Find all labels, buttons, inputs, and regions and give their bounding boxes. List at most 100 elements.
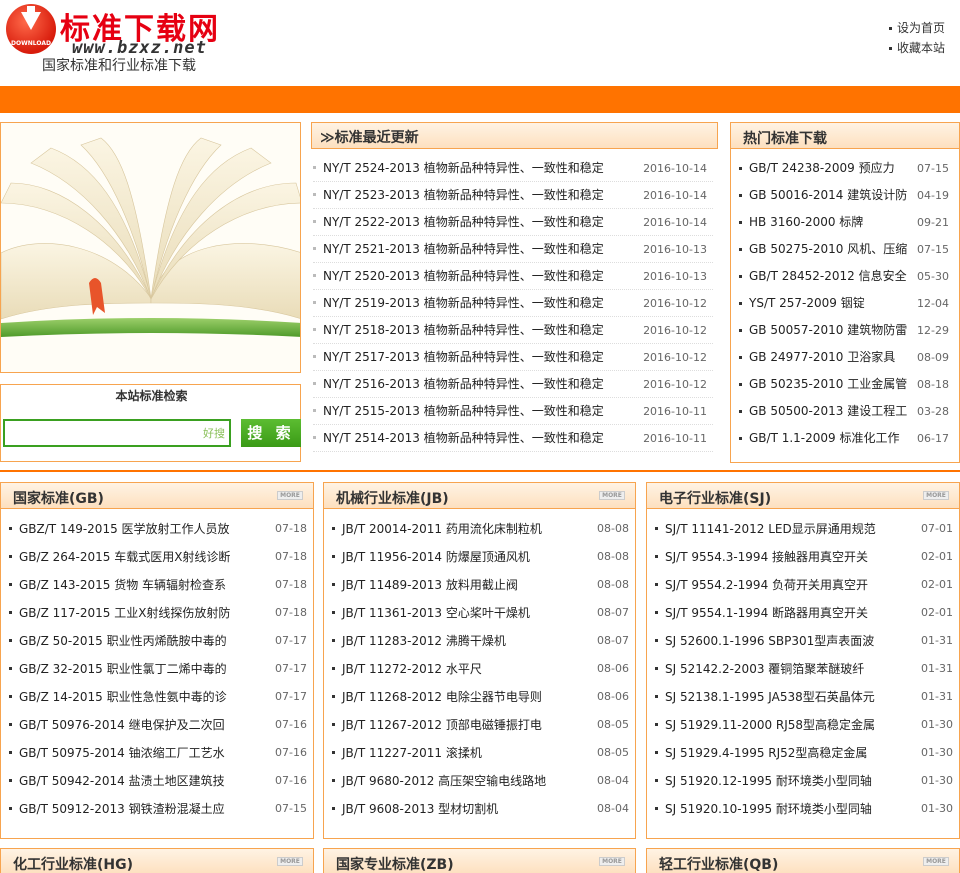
- list-item[interactable]: JB/T 9680-2012 高压架空输电线路地 08-04: [332, 767, 629, 795]
- item-name-link[interactable]: GB/Z 50-2015 职业性丙烯酰胺中毒的: [19, 627, 227, 655]
- list-item[interactable]: SJ 52138.1-1995 JA538型石英晶体元 01-31: [655, 683, 953, 711]
- list-item[interactable]: NY/T 2519-2013 植物新品种特异性、一致性和稳定 2016-10-12: [313, 290, 713, 317]
- list-item[interactable]: GB 50500-2013 建设工程工 03-28: [739, 398, 953, 425]
- more-button[interactable]: MORE: [599, 491, 625, 500]
- item-name-link[interactable]: SJ 51920.10-1995 耐环境类小型同轴: [665, 795, 872, 823]
- item-name-link[interactable]: NY/T 2519-2013 植物新品种特异性、一致性和稳定: [323, 290, 604, 316]
- item-name-link[interactable]: GB/Z 117-2015 工业X射线探伤放射防: [19, 599, 230, 627]
- search-input[interactable]: 好搜: [3, 419, 231, 447]
- item-name-link[interactable]: JB/T 11489-2013 放料用截止阀: [342, 571, 518, 599]
- list-item[interactable]: SJ/T 9554.3-1994 接触器用真空开关 02-01: [655, 543, 953, 571]
- list-item[interactable]: HB 3160-2000 标牌 09-21: [739, 209, 953, 236]
- list-item[interactable]: GB 24977-2010 卫浴家具 08-09: [739, 344, 953, 371]
- list-item[interactable]: GB 50275-2010 风机、压缩 07-15: [739, 236, 953, 263]
- item-name-link[interactable]: GB/T 1.1-2009 标准化工作: [749, 425, 900, 452]
- more-button[interactable]: MORE: [923, 857, 949, 866]
- list-item[interactable]: NY/T 2520-2013 植物新品种特异性、一致性和稳定 2016-10-13: [313, 263, 713, 290]
- item-name-link[interactable]: GB/Z 32-2015 职业性氯丁二烯中毒的: [19, 655, 227, 683]
- list-item[interactable]: GB/Z 264-2015 车载式医用X射线诊断 07-18: [9, 543, 307, 571]
- item-name-link[interactable]: JB/T 11283-2012 沸腾干燥机: [342, 627, 506, 655]
- item-name-link[interactable]: NY/T 2515-2013 植物新品种特异性、一致性和稳定: [323, 398, 604, 424]
- list-item[interactable]: JB/T 11956-2014 防爆屋顶通风机 08-08: [332, 543, 629, 571]
- list-item[interactable]: JB/T 20014-2011 药用流化床制粒机 08-08: [332, 515, 629, 543]
- list-item[interactable]: JB/T 11489-2013 放料用截止阀 08-08: [332, 571, 629, 599]
- list-item[interactable]: GB 50235-2010 工业金属管 08-18: [739, 371, 953, 398]
- list-item[interactable]: JB/T 11361-2013 空心桨叶干燥机 08-07: [332, 599, 629, 627]
- more-button[interactable]: MORE: [277, 491, 303, 500]
- list-item[interactable]: NY/T 2522-2013 植物新品种特异性、一致性和稳定 2016-10-14: [313, 209, 713, 236]
- item-name-link[interactable]: NY/T 2523-2013 植物新品种特异性、一致性和稳定: [323, 182, 604, 208]
- item-name-link[interactable]: JB/T 9680-2012 高压架空输电线路地: [342, 767, 546, 795]
- list-item[interactable]: GB/T 28452-2012 信息安全 05-30: [739, 263, 953, 290]
- item-name-link[interactable]: GB/Z 143-2015 货物 车辆辐射检查系: [19, 571, 226, 599]
- item-name-link[interactable]: SJ/T 9554.3-1994 接触器用真空开关: [665, 543, 868, 571]
- item-name-link[interactable]: SJ/T 11141-2012 LED显示屏通用规范: [665, 515, 876, 543]
- list-item[interactable]: SJ 52600.1-1996 SBP301型声表面波 01-31: [655, 627, 953, 655]
- item-name-link[interactable]: YS/T 257-2009 铟锭: [749, 290, 865, 317]
- list-item[interactable]: NY/T 2523-2013 植物新品种特异性、一致性和稳定 2016-10-14: [313, 182, 713, 209]
- list-item[interactable]: JB/T 11267-2012 顶部电磁锤振打电 08-05: [332, 711, 629, 739]
- more-button[interactable]: MORE: [923, 491, 949, 500]
- item-name-link[interactable]: JB/T 11956-2014 防爆屋顶通风机: [342, 543, 530, 571]
- list-item[interactable]: SJ 51929.11-2000 RJ58型高稳定金属 01-30: [655, 711, 953, 739]
- list-item[interactable]: GB/T 50975-2014 铀浓缩工厂工艺水 07-16: [9, 739, 307, 767]
- item-name-link[interactable]: JB/T 11227-2011 滚揉机: [342, 739, 482, 767]
- list-item[interactable]: GB/Z 14-2015 职业性急性氨中毒的诊 07-17: [9, 683, 307, 711]
- bookmark-link[interactable]: 收藏本站: [889, 38, 945, 58]
- item-name-link[interactable]: GB/T 50942-2014 盐渍土地区建筑技: [19, 767, 225, 795]
- item-name-link[interactable]: NY/T 2514-2013 植物新品种特异性、一致性和稳定: [323, 425, 604, 451]
- item-name-link[interactable]: GB 24977-2010 卫浴家具: [749, 344, 895, 371]
- list-item[interactable]: GB/Z 50-2015 职业性丙烯酰胺中毒的 07-17: [9, 627, 307, 655]
- item-name-link[interactable]: GB/T 50976-2014 继电保护及二次回: [19, 711, 225, 739]
- list-item[interactable]: GB/Z 117-2015 工业X射线探伤放射防 07-18: [9, 599, 307, 627]
- item-name-link[interactable]: SJ 51920.12-1995 耐环境类小型同轴: [665, 767, 872, 795]
- set-homepage-link[interactable]: 设为首页: [889, 18, 945, 38]
- search-button[interactable]: 搜 索: [241, 419, 301, 447]
- item-name-link[interactable]: NY/T 2524-2013 植物新品种特异性、一致性和稳定: [323, 155, 604, 181]
- item-name-link[interactable]: JB/T 20014-2011 药用流化床制粒机: [342, 515, 542, 543]
- item-name-link[interactable]: GB/T 50975-2014 铀浓缩工厂工艺水: [19, 739, 225, 767]
- list-item[interactable]: NY/T 2515-2013 植物新品种特异性、一致性和稳定 2016-10-11: [313, 398, 713, 425]
- item-name-link[interactable]: NY/T 2522-2013 植物新品种特异性、一致性和稳定: [323, 209, 604, 235]
- item-name-link[interactable]: NY/T 2520-2013 植物新品种特异性、一致性和稳定: [323, 263, 604, 289]
- list-item[interactable]: GB/T 50912-2013 钢铁渣粉混凝土应 07-15: [9, 795, 307, 823]
- list-item[interactable]: NY/T 2518-2013 植物新品种特异性、一致性和稳定 2016-10-12: [313, 317, 713, 344]
- list-item[interactable]: SJ 51920.12-1995 耐环境类小型同轴 01-30: [655, 767, 953, 795]
- item-name-link[interactable]: NY/T 2517-2013 植物新品种特异性、一致性和稳定: [323, 344, 604, 370]
- list-item[interactable]: JB/T 11227-2011 滚揉机 08-05: [332, 739, 629, 767]
- list-item[interactable]: SJ/T 11141-2012 LED显示屏通用规范 07-01: [655, 515, 953, 543]
- item-name-link[interactable]: NY/T 2518-2013 植物新品种特异性、一致性和稳定: [323, 317, 604, 343]
- list-item[interactable]: SJ/T 9554.2-1994 负荷开关用真空开 02-01: [655, 571, 953, 599]
- item-name-link[interactable]: GB/T 50912-2013 钢铁渣粉混凝土应: [19, 795, 225, 823]
- item-name-link[interactable]: GBZ/T 149-2015 医学放射工作人员放: [19, 515, 230, 543]
- item-name-link[interactable]: GB 50235-2010 工业金属管: [749, 371, 907, 398]
- item-name-link[interactable]: JB/T 9608-2013 型材切割机: [342, 795, 498, 823]
- list-item[interactable]: NY/T 2516-2013 植物新品种特异性、一致性和稳定 2016-10-12: [313, 371, 713, 398]
- list-item[interactable]: SJ 51929.4-1995 RJ52型高稳定金属 01-30: [655, 739, 953, 767]
- item-name-link[interactable]: SJ 51929.11-2000 RJ58型高稳定金属: [665, 711, 875, 739]
- list-item[interactable]: GB 50016-2014 建筑设计防 04-19: [739, 182, 953, 209]
- item-name-link[interactable]: GB/T 28452-2012 信息安全: [749, 263, 907, 290]
- list-item[interactable]: GB/T 50976-2014 继电保护及二次回 07-16: [9, 711, 307, 739]
- item-name-link[interactable]: GB/Z 264-2015 车载式医用X射线诊断: [19, 543, 230, 571]
- list-item[interactable]: SJ 51920.10-1995 耐环境类小型同轴 01-30: [655, 795, 953, 823]
- list-item[interactable]: NY/T 2521-2013 植物新品种特异性、一致性和稳定 2016-10-13: [313, 236, 713, 263]
- list-item[interactable]: NY/T 2524-2013 植物新品种特异性、一致性和稳定 2016-10-14: [313, 155, 713, 182]
- list-item[interactable]: GB/T 1.1-2009 标准化工作 06-17: [739, 425, 953, 452]
- list-item[interactable]: GB/Z 32-2015 职业性氯丁二烯中毒的 07-17: [9, 655, 307, 683]
- item-name-link[interactable]: NY/T 2516-2013 植物新品种特异性、一致性和稳定: [323, 371, 604, 397]
- list-item[interactable]: JB/T 11268-2012 电除尘器节电导则 08-06: [332, 683, 629, 711]
- item-name-link[interactable]: GB 50275-2010 风机、压缩: [749, 236, 907, 263]
- item-name-link[interactable]: SJ 51929.4-1995 RJ52型高稳定金属: [665, 739, 867, 767]
- item-name-link[interactable]: GB 50016-2014 建筑设计防: [749, 182, 907, 209]
- more-button[interactable]: MORE: [599, 857, 625, 866]
- item-name-link[interactable]: SJ/T 9554.2-1994 负荷开关用真空开: [665, 571, 868, 599]
- item-name-link[interactable]: GB/T 24238-2009 预应力: [749, 155, 895, 182]
- list-item[interactable]: GB/T 50942-2014 盐渍土地区建筑技 07-16: [9, 767, 307, 795]
- list-item[interactable]: NY/T 2517-2013 植物新品种特异性、一致性和稳定 2016-10-12: [313, 344, 713, 371]
- list-item[interactable]: JB/T 11272-2012 水平尺 08-06: [332, 655, 629, 683]
- list-item[interactable]: GB/T 24238-2009 预应力 07-15: [739, 155, 953, 182]
- item-name-link[interactable]: NY/T 2521-2013 植物新品种特异性、一致性和稳定: [323, 236, 604, 262]
- item-name-link[interactable]: JB/T 11272-2012 水平尺: [342, 655, 482, 683]
- list-item[interactable]: GBZ/T 149-2015 医学放射工作人员放 07-18: [9, 515, 307, 543]
